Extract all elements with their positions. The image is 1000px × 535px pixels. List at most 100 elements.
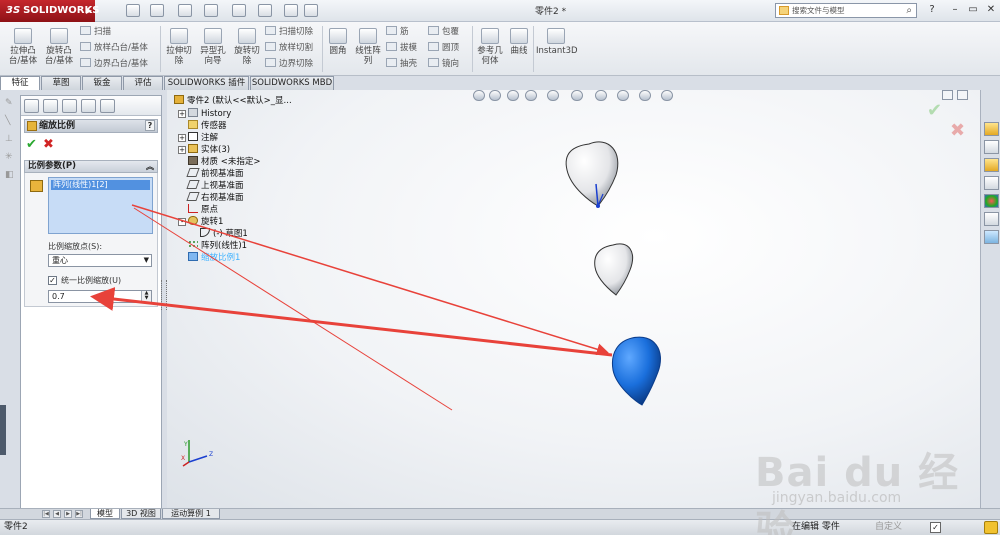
cancel-button[interactable]: ✖ (43, 137, 54, 152)
revolved-cut-button[interactable]: 旋转切 除 (230, 28, 264, 66)
tab-model[interactable]: 模型 (90, 509, 120, 519)
help-icon[interactable]: ? (925, 3, 939, 17)
save-icon[interactable] (178, 4, 192, 17)
forum-icon[interactable] (984, 230, 999, 244)
wrap-button[interactable]: 包覆 (428, 26, 459, 38)
line-icon[interactable]: ╲ (5, 116, 15, 126)
tab-evaluate[interactable]: 评估 (123, 76, 163, 90)
new-document-icon[interactable] (126, 4, 140, 17)
property-manager: 缩放比例 ? ✔ ✖ 比例参数(P) ︽ 阵列(线性)1[2] 比例缩放点(S)… (20, 95, 162, 513)
draft-button[interactable]: 拔模 (386, 42, 417, 54)
curves-icon (510, 28, 528, 44)
custom-properties-icon[interactable] (984, 212, 999, 226)
dimension-icon[interactable]: ⊥ (5, 134, 15, 144)
file-properties-icon[interactable] (304, 4, 318, 17)
open-document-icon[interactable] (150, 4, 164, 17)
curves-button[interactable]: 曲线 (507, 28, 531, 56)
hole-wizard-button[interactable]: 异型孔 向导 (196, 28, 230, 66)
shell-icon (386, 58, 397, 67)
last-tab-icon[interactable]: ▶| (75, 510, 83, 518)
minimize-button[interactable]: – (948, 3, 962, 17)
instant3d-button[interactable]: Instant3D (536, 28, 578, 56)
revolved-boss-button[interactable]: 旋转凸 台/基体 (42, 28, 76, 66)
tab-sheet-metal[interactable]: 钣金 (82, 76, 122, 90)
undo-icon[interactable] (232, 4, 246, 17)
revolve-boss-icon (50, 28, 68, 44)
selection-list[interactable]: 阵列(线性)1[2] (48, 177, 153, 234)
loft-boss-button[interactable]: 放样凸台/基体 (80, 42, 148, 54)
selection-list-item[interactable]: 阵列(线性)1[2] (51, 180, 150, 190)
close-button[interactable]: ✕ (984, 3, 998, 17)
property-manager-tab-icon[interactable] (43, 99, 58, 113)
left-edge-handle[interactable] (0, 405, 6, 455)
tab-motion-study[interactable]: 运动算例 1 (162, 509, 220, 519)
reference-geometry-button[interactable]: 参考几 何体 (475, 28, 505, 66)
home-icon[interactable] (984, 122, 999, 136)
restore-button[interactable]: ▭ (966, 3, 980, 17)
pencil-icon[interactable]: ✎ (5, 98, 15, 108)
shell-button[interactable]: 抽壳 (386, 58, 417, 70)
extruded-cut-button[interactable]: 拉伸切 除 (162, 28, 196, 66)
search-scope-icon[interactable] (779, 6, 789, 15)
print-icon[interactable] (204, 4, 218, 17)
tab-mbd[interactable]: SOLIDWORKS MBD (250, 76, 334, 90)
scale-about-label: 比例缩放点(S): (48, 242, 103, 251)
help-button[interactable]: ? (145, 120, 155, 131)
lofted-cut-button[interactable]: 放样切割 (265, 42, 313, 54)
display-icon[interactable]: ◧ (5, 170, 15, 180)
first-tab-icon[interactable]: |◀ (42, 510, 50, 518)
boundary-cut-icon (265, 58, 276, 67)
scale-about-dropdown[interactable]: 重心 ▼ (48, 254, 152, 267)
command-manager-tabs: 特征 草图 钣金 评估 SOLIDWORKS 插件 SOLIDWORKS MBD (0, 76, 335, 90)
rib-button[interactable]: 筋 (386, 26, 409, 38)
extruded-boss-button[interactable]: 拉伸凸 台/基体 (6, 28, 40, 66)
scale-parameters-group-header[interactable]: 比例参数(P) ︽ (24, 160, 158, 173)
svg-text:Y: Y (183, 441, 188, 448)
sweep-button[interactable]: 扫描 (80, 26, 111, 38)
spin-buttons[interactable]: ▲ ▼ (141, 291, 151, 302)
rebuild-icon[interactable] (284, 4, 298, 17)
tab-sketch[interactable]: 草图 (41, 76, 81, 90)
ok-button[interactable]: ✔ (26, 137, 37, 152)
configuration-manager-tab-icon[interactable] (62, 99, 77, 113)
feature-manager-tab-icon[interactable] (24, 99, 39, 113)
scale-feature-icon (27, 121, 37, 131)
balloon-body-selected[interactable] (611, 336, 661, 406)
snap-icon[interactable]: ✳ (5, 152, 15, 162)
revolve-cut-icon (238, 28, 256, 44)
linear-pattern-icon (359, 28, 377, 44)
boundary-boss-button[interactable]: 边界凸台/基体 (80, 58, 148, 70)
dimxpert-tab-icon[interactable] (81, 99, 96, 113)
boundary-cut-button[interactable]: 边界切除 (265, 58, 313, 70)
group-title: 比例参数(P) (28, 161, 76, 171)
tab-features[interactable]: 特征 (0, 76, 40, 90)
select-icon[interactable] (258, 4, 272, 17)
linear-pattern-button[interactable]: 线性阵 列 (352, 28, 384, 66)
uniform-scaling-label: 统一比例缩放(U) (61, 276, 122, 285)
previous-tab-icon[interactable]: ◀ (53, 510, 61, 518)
search-icon[interactable]: ⌕ (906, 4, 912, 17)
next-tab-icon[interactable]: ▶ (64, 510, 72, 518)
uniform-scaling-checkbox[interactable]: ✓ (48, 276, 57, 285)
tab-3d-views[interactable]: 3D 视图 (121, 509, 161, 519)
svg-text:X: X (181, 455, 185, 462)
mirror-icon (428, 58, 439, 67)
mirror-button[interactable]: 镜向 (428, 58, 459, 70)
search-box[interactable]: 搜索文件与模型 ⌕ (775, 3, 917, 18)
balloon-body-2[interactable] (594, 243, 634, 296)
view-palette-icon[interactable] (984, 176, 999, 190)
solidworks-logo[interactable]: 3S SOLIDWORKS ▶ (0, 0, 99, 22)
collapse-icon[interactable]: ︽ (146, 161, 154, 172)
appearances-icon[interactable] (984, 194, 999, 208)
fillet-icon (329, 28, 347, 44)
dome-button[interactable]: 圆顶 (428, 42, 459, 54)
tab-addins[interactable]: SOLIDWORKS 插件 (164, 76, 249, 90)
scale-factor-value: 0.7 (52, 292, 65, 301)
fillet-button[interactable]: 圆角 (326, 28, 350, 56)
file-explorer-icon[interactable] (984, 158, 999, 172)
design-library-icon[interactable] (984, 140, 999, 154)
display-manager-tab-icon[interactable] (100, 99, 115, 113)
swept-cut-button[interactable]: 扫描切除 (265, 26, 313, 38)
scale-factor-input[interactable]: 0.7 ▲ ▼ (48, 290, 152, 303)
balloon-body-1[interactable] (565, 141, 619, 208)
